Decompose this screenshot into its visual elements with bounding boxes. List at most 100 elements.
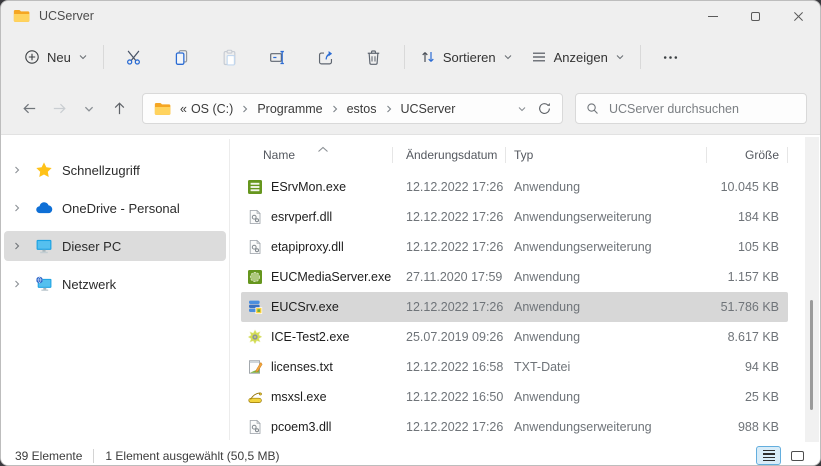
sidebar-item-onedrive[interactable]: OneDrive - Personal <box>4 193 226 223</box>
chevron-right-icon[interactable] <box>12 279 22 289</box>
file-row[interactable]: licenses.txt 12.12.2022 16:58 TXT-Datei … <box>241 352 788 382</box>
file-size: 51.786 KB <box>707 292 788 322</box>
list-lines-icon <box>531 49 547 65</box>
chevron-down-icon <box>615 52 625 62</box>
chevron-right-icon[interactable] <box>12 165 22 175</box>
file-name: msxsl.exe <box>271 390 327 404</box>
file-row[interactable]: esrvperf.dll 12.12.2022 17:26 Anwendungs… <box>241 202 788 232</box>
file-modified-date: 12.12.2022 17:26 <box>393 232 506 262</box>
file-icon-dll <box>247 419 263 435</box>
copy-button[interactable] <box>158 39 206 75</box>
close-button[interactable] <box>777 1 820 31</box>
file-name: etapiproxy.dll <box>271 240 344 254</box>
breadcrumb-drive[interactable]: OS (C:) <box>189 99 235 119</box>
search-icon <box>585 101 600 116</box>
file-icon-dll <box>247 209 263 225</box>
divider <box>404 45 405 69</box>
network-icon <box>35 275 53 293</box>
file-type: Anwendung <box>506 382 707 412</box>
file-size: 10.045 KB <box>707 172 788 202</box>
cut-button[interactable] <box>110 39 158 75</box>
sidebar-item-dieser-pc[interactable]: Dieser PC <box>4 231 226 261</box>
file-modified-date: 12.12.2022 17:26 <box>393 412 506 442</box>
search-box[interactable] <box>575 93 807 124</box>
delete-button[interactable] <box>350 39 398 75</box>
divider <box>103 45 104 69</box>
file-size: 105 KB <box>707 232 788 262</box>
chevron-down-icon <box>517 104 527 114</box>
column-header-name[interactable]: Name <box>241 142 393 168</box>
vertical-scrollbar[interactable] <box>805 137 819 442</box>
refresh-button[interactable] <box>537 101 552 116</box>
sidebar-item-netzwerk[interactable]: Netzwerk <box>4 269 226 299</box>
chevron-down-icon <box>83 103 95 115</box>
rename-button[interactable] <box>254 39 302 75</box>
address-bar[interactable]: « OS (C:) Programme estos UCServer <box>142 93 563 124</box>
file-size: 94 KB <box>707 352 788 382</box>
column-header-type[interactable]: Typ <box>506 142 707 168</box>
new-button[interactable]: Neu <box>15 42 97 72</box>
file-icon-scroll <box>247 389 263 405</box>
file-row[interactable]: etapiproxy.dll 12.12.2022 17:26 Anwendun… <box>241 232 788 262</box>
view-button[interactable]: Anzeigen <box>522 42 634 72</box>
file-type: Anwendungserweiterung <box>506 232 707 262</box>
divider <box>640 45 641 69</box>
recent-locations-button[interactable] <box>74 94 104 124</box>
minimize-button[interactable] <box>691 1 734 31</box>
file-name: ICE-Test2.exe <box>271 330 350 344</box>
file-type: TXT-Datei <box>506 352 707 382</box>
sort-arrows-icon <box>420 49 436 65</box>
breadcrumb-overflow[interactable]: « <box>178 99 189 119</box>
file-type: Anwendung <box>506 262 707 292</box>
ellipsis-icon <box>662 49 679 66</box>
forward-button[interactable] <box>44 94 74 124</box>
share-button[interactable] <box>302 39 350 75</box>
file-name: EUCSrv.exe <box>271 300 339 314</box>
column-header-row: Name Änderungsdatum Typ Größe <box>241 142 788 168</box>
up-button[interactable] <box>104 94 134 124</box>
breadcrumb-programme[interactable]: Programme <box>255 99 324 119</box>
breadcrumb-estos[interactable]: estos <box>345 99 379 119</box>
chevron-right-icon <box>330 104 340 114</box>
arrow-right-icon <box>51 100 68 117</box>
chevron-down-icon <box>78 52 88 62</box>
divider <box>93 449 94 463</box>
file-type: Anwendungserweiterung <box>506 202 707 232</box>
sort-button[interactable]: Sortieren <box>411 42 522 72</box>
address-dropdown-chevron[interactable] <box>517 104 527 114</box>
chevron-right-icon[interactable] <box>12 241 22 251</box>
chevron-right-icon[interactable] <box>12 203 22 213</box>
icons-view-toggle[interactable] <box>785 446 810 465</box>
chevron-right-icon <box>384 104 394 114</box>
command-bar: Neu Sortieren Anzeigen <box>1 31 820 83</box>
file-row[interactable]: ESrvMon.exe 12.12.2022 17:26 Anwendung 1… <box>241 172 788 202</box>
file-icon-dll <box>247 239 263 255</box>
file-type: Anwendung <box>506 172 707 202</box>
search-input[interactable] <box>609 102 797 116</box>
file-row[interactable]: msxsl.exe 12.12.2022 16:50 Anwendung 25 … <box>241 382 788 412</box>
maximize-button[interactable] <box>734 1 777 31</box>
file-row[interactable]: ICE-Test2.exe 25.07.2019 09:26 Anwendung… <box>241 322 788 352</box>
file-modified-date: 12.12.2022 17:26 <box>393 202 506 232</box>
onedrive-cloud-icon <box>35 199 53 217</box>
sidebar-item-schnellzugriff[interactable]: Schnellzugriff <box>4 155 226 185</box>
file-size: 8.617 KB <box>707 322 788 352</box>
file-size: 988 KB <box>707 412 788 442</box>
breadcrumb-ucserver[interactable]: UCServer <box>399 99 458 119</box>
details-view-toggle[interactable] <box>756 446 781 465</box>
status-bar: 39 Elemente 1 Element ausgewählt (50,5 M… <box>1 444 820 466</box>
file-icon-notepad <box>247 359 263 375</box>
column-header-size[interactable]: Größe <box>707 142 788 168</box>
back-button[interactable] <box>14 94 44 124</box>
refresh-icon <box>537 101 552 116</box>
column-header-date[interactable]: Änderungsdatum <box>393 142 506 168</box>
file-name: EUCMediaServer.exe <box>271 270 391 284</box>
file-row[interactable]: EUCSrv.exe 12.12.2022 17:26 Anwendung 51… <box>241 292 788 322</box>
scrollbar-thumb[interactable] <box>810 300 813 410</box>
file-row[interactable]: EUCMediaServer.exe 27.11.2020 17:59 Anwe… <box>241 262 788 292</box>
paste-button[interactable] <box>206 39 254 75</box>
file-row[interactable]: pcoem3.dll 12.12.2022 17:26 Anwendungser… <box>241 412 788 442</box>
file-type: Anwendungserweiterung <box>506 412 707 442</box>
chevron-down-icon <box>503 52 513 62</box>
more-options-button[interactable] <box>647 39 695 75</box>
